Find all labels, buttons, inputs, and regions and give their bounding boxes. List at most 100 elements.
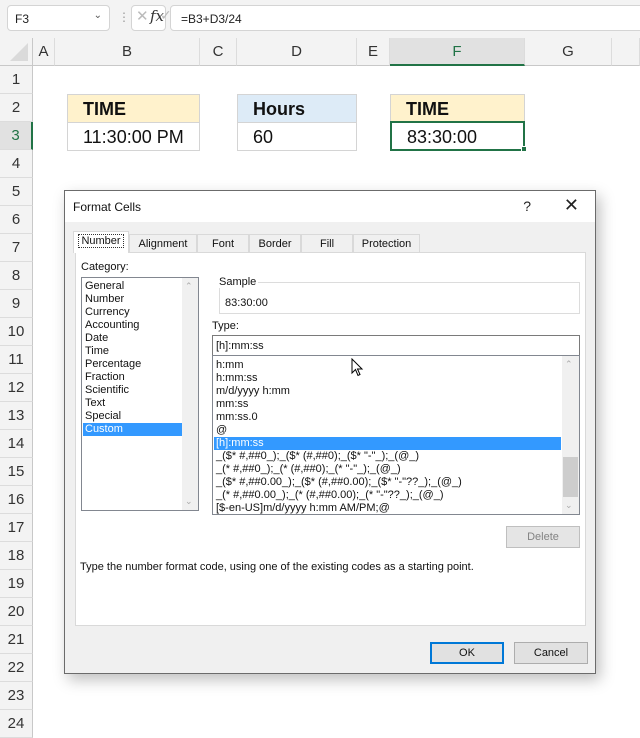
type-list-item[interactable]: h:mm:ss <box>214 372 561 385</box>
ok-button[interactable]: OK <box>430 642 504 664</box>
row-header-15[interactable]: 15 <box>0 458 33 486</box>
cell-d3[interactable]: 60 <box>237 122 357 151</box>
category-item-date[interactable]: Date <box>83 332 184 345</box>
type-list-item[interactable]: @ <box>214 424 561 437</box>
column-header-d[interactable]: D <box>237 38 357 66</box>
type-label: Type: <box>212 320 239 332</box>
row-header-19[interactable]: 19 <box>0 570 33 598</box>
select-all-corner[interactable] <box>0 38 33 66</box>
sample-value: 83:30:00 <box>225 297 268 309</box>
row-header-24[interactable]: 24 <box>0 710 33 738</box>
cell-f2[interactable]: TIME <box>390 94 525 123</box>
category-item-text[interactable]: Text <box>83 397 184 410</box>
help-icon[interactable]: ? <box>523 198 531 214</box>
drag-handle-icon[interactable]: ⋮ <box>118 10 130 24</box>
category-item-currency[interactable]: Currency <box>83 306 184 319</box>
scroll-down-icon[interactable]: ⌄ <box>185 496 193 507</box>
chevron-down-icon[interactable]: ⌄ <box>94 10 102 21</box>
row-header-22[interactable]: 22 <box>0 654 33 682</box>
row-header-8[interactable]: 8 <box>0 262 33 290</box>
scroll-up-icon[interactable]: ⌃ <box>565 359 573 370</box>
sample-label: Sample <box>217 276 259 288</box>
row-header-10[interactable]: 10 <box>0 318 33 346</box>
column-header-f[interactable]: F <box>390 38 525 66</box>
row-header-3[interactable]: 3 <box>0 122 33 150</box>
formula-input[interactable]: =B3+D3/24 <box>170 5 640 31</box>
column-header-c[interactable]: C <box>200 38 237 66</box>
category-item-time[interactable]: Time <box>83 345 184 358</box>
column-header-h[interactable] <box>612 38 640 66</box>
category-scrollbar[interactable]: ⌃ ⌄ <box>182 278 198 510</box>
row-header-16[interactable]: 16 <box>0 486 33 514</box>
row-header-1[interactable]: 1 <box>0 66 33 94</box>
number-tab-panel: Category: General Number Currency Accountin… <box>75 252 586 626</box>
category-item-percentage[interactable]: Percentage <box>83 358 184 371</box>
column-header-b[interactable]: B <box>55 38 200 66</box>
row-header-21[interactable]: 21 <box>0 626 33 654</box>
insert-function-icon[interactable]: fx <box>150 7 164 25</box>
cell-b2[interactable]: TIME <box>67 94 200 123</box>
type-list-item[interactable]: m/d/yyyy h:mm <box>214 385 561 398</box>
scroll-up-icon[interactable]: ⌃ <box>185 281 193 292</box>
hint-text: Type the number format code, using one o… <box>80 561 474 573</box>
category-item-fraction[interactable]: Fraction <box>83 371 184 384</box>
type-list-item[interactable]: _(* #,##0_);_(* (#,##0);_(* "-"_);_(@_) <box>214 463 561 476</box>
tab-alignment[interactable]: Alignment <box>129 234 197 253</box>
type-list-item[interactable]: mm:ss <box>214 398 561 411</box>
dialog-title: Format Cells <box>73 200 142 214</box>
tab-number[interactable]: Number <box>73 231 129 253</box>
row-header-20[interactable]: 20 <box>0 598 33 626</box>
row-header-17[interactable]: 17 <box>0 514 33 542</box>
row-header-12[interactable]: 12 <box>0 374 33 402</box>
dialog-title-bar: Format Cells ? ✕ <box>65 191 595 222</box>
category-item-scientific[interactable]: Scientific <box>83 384 184 397</box>
type-list-item[interactable]: h:mm <box>214 359 561 372</box>
cell-f3-active[interactable]: 83:30:00 <box>390 121 525 151</box>
name-box[interactable]: F3 ⌄ <box>7 5 110 31</box>
cell-d2[interactable]: Hours <box>237 94 357 123</box>
category-item-special[interactable]: Special <box>83 410 184 423</box>
scroll-down-icon[interactable]: ⌄ <box>565 500 573 511</box>
close-icon[interactable]: ✕ <box>564 195 579 216</box>
category-item-custom[interactable]: Custom <box>83 423 184 436</box>
row-header-6[interactable]: 6 <box>0 206 33 234</box>
row-header-9[interactable]: 9 <box>0 290 33 318</box>
type-list-item[interactable]: mm:ss.0 <box>214 411 561 424</box>
column-header-e[interactable]: E <box>357 38 390 66</box>
row-header-7[interactable]: 7 <box>0 234 33 262</box>
type-list-item[interactable]: _(* #,##0.00_);_(* (#,##0.00);_(* "-"??_… <box>214 489 561 502</box>
name-box-value: F3 <box>15 12 30 26</box>
row-header-2[interactable]: 2 <box>0 94 33 122</box>
cell-b3[interactable]: 11:30:00 PM <box>67 122 200 151</box>
tab-font[interactable]: Font <box>197 234 249 253</box>
delete-button[interactable]: Delete <box>506 526 580 548</box>
type-list[interactable]: h:mm h:mm:ss m/d/yyyy h:mm mm:ss mm:ss.0 @ [h]… <box>212 355 580 515</box>
row-header-4[interactable]: 4 <box>0 150 33 178</box>
type-list-item[interactable]: _($* #,##0.00_);_($* (#,##0.00);_($* "-"… <box>214 476 561 489</box>
row-header-14[interactable]: 14 <box>0 430 33 458</box>
row-header-11[interactable]: 11 <box>0 346 33 374</box>
row-header-23[interactable]: 23 <box>0 682 33 710</box>
format-cells-dialog: Format Cells ? ✕ Number Alignment Font B… <box>64 190 596 674</box>
tab-protection[interactable]: Protection <box>353 234 420 253</box>
row-header-18[interactable]: 18 <box>0 542 33 570</box>
row-header-13[interactable]: 13 <box>0 402 33 430</box>
type-list-item[interactable]: [h]:mm:ss <box>214 437 561 450</box>
cancel-entry-icon[interactable]: ✕ <box>136 7 149 25</box>
category-item-accounting[interactable]: Accounting <box>83 319 184 332</box>
tab-border[interactable]: Border <box>249 234 301 253</box>
column-header-a[interactable]: A <box>33 38 55 66</box>
type-list-item[interactable]: _($* #,##0_);_($* (#,##0);_($* "-"_);_(@… <box>214 450 561 463</box>
column-header-g[interactable]: G <box>525 38 612 66</box>
scrollbar-thumb[interactable] <box>563 457 578 497</box>
type-input[interactable]: [h]:mm:ss <box>212 335 580 356</box>
fill-handle[interactable] <box>521 146 527 152</box>
category-item-general[interactable]: General <box>83 280 184 293</box>
row-header-5[interactable]: 5 <box>0 178 33 206</box>
cancel-button[interactable]: Cancel <box>514 642 588 664</box>
tab-fill[interactable]: Fill <box>301 234 353 253</box>
type-list-item[interactable]: [$-en-US]m/d/yyyy h:mm AM/PM;@ <box>214 502 561 515</box>
type-list-scrollbar[interactable]: ⌃ ⌄ <box>562 356 579 514</box>
category-item-number[interactable]: Number <box>83 293 184 306</box>
category-list[interactable]: General Number Currency Accounting Date Time P… <box>81 277 199 511</box>
